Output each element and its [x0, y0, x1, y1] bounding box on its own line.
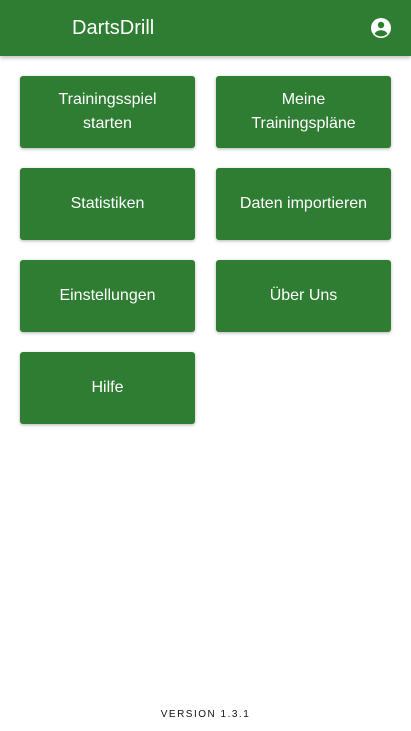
- my-training-plans-label-line2: Trainingspläne: [251, 115, 356, 132]
- account-circle-icon: [369, 16, 393, 40]
- app-title: DartsDrill: [72, 17, 155, 39]
- settings-label: Einstellungen: [59, 287, 156, 304]
- version-text: VERSION 1.3.1: [160, 709, 251, 720]
- account-button[interactable]: [365, 12, 397, 44]
- help-label: Hilfe: [91, 379, 124, 396]
- statistics-label: Statistiken: [70, 195, 145, 212]
- my-training-plans-button[interactable]: Meine Trainingspläne: [216, 76, 391, 148]
- help-button[interactable]: Hilfe: [20, 352, 195, 424]
- import-data-button[interactable]: Daten importieren: [216, 168, 391, 240]
- import-data-label: Daten importieren: [239, 195, 368, 212]
- start-training-game-label-line1: Trainingsspiel: [58, 91, 157, 108]
- my-training-plans-label-line1: Meine: [281, 91, 326, 108]
- app-bar: DartsDrill: [0, 0, 411, 56]
- start-training-game-label-line2: starten: [83, 115, 132, 132]
- about-us-label: Über Uns: [269, 287, 338, 304]
- my-training-plans-label: Meine Trainingspläne: [251, 88, 355, 136]
- about-us-button[interactable]: Über Uns: [216, 260, 391, 332]
- start-training-game-label: Trainingsspiel starten: [58, 88, 156, 136]
- settings-button[interactable]: Einstellungen: [20, 260, 195, 332]
- statistics-button[interactable]: Statistiken: [20, 168, 195, 240]
- start-training-game-button[interactable]: Trainingsspiel starten: [20, 76, 195, 148]
